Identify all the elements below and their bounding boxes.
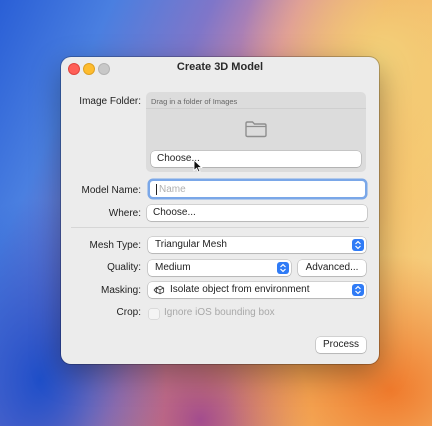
model-name-label: Model Name: [81,185,141,196]
ignore-ios-bounding-box-checkbox[interactable] [149,309,159,319]
quality-value: Medium [155,262,191,273]
model-name-field[interactable] [150,181,365,197]
process-button[interactable]: Process [316,337,366,353]
stepper-arrows-icon [352,239,364,251]
image-folder-drop-zone[interactable]: Drag in a folder of Images Choose... [146,92,366,172]
stepper-arrows-icon [277,262,289,274]
masking-popup[interactable]: Isolate object from environment [148,282,366,298]
crop-label: Crop: [116,307,141,318]
quality-label: Quality: [107,262,141,273]
section-divider [71,227,369,228]
image-folder-choose-button[interactable]: Choose... [151,151,361,167]
where-choose-button[interactable]: Choose... [147,205,367,221]
quality-popup[interactable]: Medium [148,260,291,276]
advanced-button[interactable]: Advanced... [298,260,366,276]
folder-icon [245,121,267,138]
stepper-arrows-icon [352,284,364,296]
cube-icon [153,285,165,295]
pointer-cursor-icon [193,159,203,173]
mesh-type-label: Mesh Type: [89,240,141,251]
masking-value: Isolate object from environment [170,284,310,295]
where-label: Where: [108,208,141,219]
drop-zone-divider [146,108,366,109]
window-title: Create 3D Model [176,61,264,73]
ignore-ios-bounding-box-label: Ignore iOS bounding box [164,307,275,318]
masking-label: Masking: [100,285,141,296]
title-bar[interactable]: Create 3D Model [61,57,379,79]
create-3d-model-dialog: Create 3D Model Image Folder: Drag in a … [61,57,379,364]
text-caret [156,184,157,195]
drop-hint-text: Drag in a folder of Images [151,97,238,106]
mesh-type-value: Triangular Mesh [155,239,227,250]
image-folder-label: Image Folder: [79,96,141,107]
mesh-type-popup[interactable]: Triangular Mesh [148,237,366,253]
